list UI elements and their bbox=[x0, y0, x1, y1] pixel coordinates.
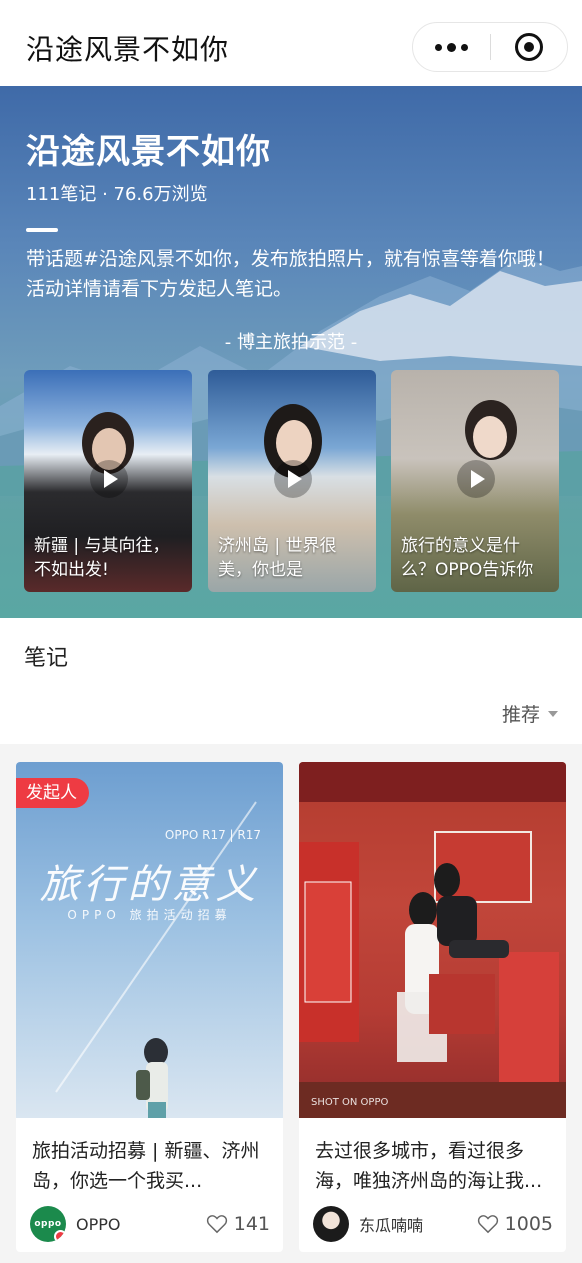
demo-video-card[interactable]: 济州岛 | 世界很美，你也是 bbox=[208, 370, 376, 592]
demo-video-card[interactable]: 新疆 | 与其向往，不如出发! bbox=[24, 370, 192, 592]
note-card[interactable]: 发起人 OPPO R17 | R17 旅行的意义 OPPO 旅拍活动招募 旅拍活… bbox=[16, 762, 283, 1252]
like-button[interactable]: 1005 bbox=[477, 1213, 553, 1235]
title-underline bbox=[26, 228, 58, 232]
mini-program-capsule bbox=[412, 22, 568, 72]
more-dots-icon-right bbox=[461, 43, 468, 51]
heart-icon bbox=[477, 1215, 498, 1234]
avatar-text: oppo bbox=[34, 1219, 62, 1229]
video-thumbnail-face bbox=[473, 416, 507, 458]
topic-title: 沿途风景不如你 bbox=[26, 132, 271, 172]
verified-icon bbox=[54, 1230, 66, 1242]
video-caption: 济州岛 | 世界很美，你也是 bbox=[218, 536, 337, 580]
demo-video-list: 新疆 | 与其向往，不如出发! 济州岛 | 世界很美，你也是 旅行的意义是什么？… bbox=[24, 370, 559, 594]
poster-contrail bbox=[55, 801, 257, 1118]
video-caption: 旅行的意义是什么？OPPO告诉你 bbox=[401, 536, 534, 580]
poster-title: 旅行的意义 bbox=[39, 862, 260, 908]
more-dots-icon-center bbox=[447, 42, 456, 52]
more-button[interactable] bbox=[413, 23, 490, 71]
poster-subtitle: OPPO 旅拍活动招募 bbox=[67, 908, 232, 922]
page-title: 沿途风景不如你 bbox=[26, 33, 230, 66]
note-title: 旅拍活动招募 | 新疆、济州岛，你选一个我买... bbox=[32, 1140, 260, 1192]
avatar[interactable]: oppo bbox=[30, 1206, 66, 1242]
topic-hero: 沿途风景不如你 111笔记 · 76.6万浏览 带话题#沿途风景不如你，发布旅拍… bbox=[0, 86, 582, 618]
topic-stats: 111笔记 · 76.6万浏览 bbox=[26, 184, 208, 205]
avatar[interactable] bbox=[313, 1206, 349, 1242]
play-icon bbox=[274, 460, 312, 498]
play-icon bbox=[90, 460, 128, 498]
like-count: 141 bbox=[233, 1213, 270, 1235]
caret-down-icon bbox=[548, 710, 558, 717]
like-button[interactable]: 141 bbox=[206, 1213, 270, 1235]
note-footer: 东瓜喃喃 1005 bbox=[313, 1204, 553, 1244]
like-count: 1005 bbox=[504, 1213, 553, 1235]
demo-section-label: - 博主旅拍示范 - bbox=[224, 332, 358, 353]
note-card[interactable]: SHOT ON OPPO 去过很多城市，看过很多海，唯独济州岛的海让我... 东… bbox=[299, 762, 566, 1252]
heart-icon bbox=[206, 1215, 227, 1234]
note-cover-image: 发起人 OPPO R17 | R17 旅行的意义 OPPO 旅拍活动招募 bbox=[16, 762, 283, 1118]
target-icon bbox=[515, 33, 543, 61]
notes-heading: 笔记 bbox=[24, 646, 69, 671]
author-name[interactable]: 东瓜喃喃 bbox=[359, 1212, 477, 1236]
notes-section: 笔记 推荐 发起人 OPPO R17 | R17 旅行的意义 OPPO 旅拍活动… bbox=[0, 618, 582, 1263]
note-footer: oppo OPPO 141 bbox=[30, 1204, 270, 1244]
topic-description: 带话题#沿途风景不如你，发布旅拍照片，就有惊喜等着你哦！活动详情请看下方发起人笔… bbox=[26, 248, 555, 300]
author-name[interactable]: OPPO bbox=[76, 1215, 206, 1234]
more-dots-icon bbox=[435, 43, 442, 51]
video-caption: 新疆 | 与其向往，不如出发! bbox=[34, 536, 170, 580]
shot-on-watermark: SHOT ON OPPO bbox=[311, 1097, 389, 1108]
nav-bar: 沿途风景不如你 bbox=[0, 10, 582, 86]
sort-dropdown[interactable]: 推荐 bbox=[502, 700, 558, 727]
demo-video-card[interactable]: 旅行的意义是什么？OPPO告诉你 bbox=[391, 370, 559, 592]
sort-label: 推荐 bbox=[501, 704, 540, 726]
poster-model-text: OPPO R17 | R17 bbox=[164, 828, 261, 842]
note-title: 去过很多城市，看过很多海，唯独济州岛的海让我... bbox=[315, 1140, 543, 1192]
status-bar bbox=[0, 0, 582, 10]
initiator-badge: 发起人 bbox=[16, 778, 89, 808]
play-icon bbox=[457, 460, 495, 498]
note-cover-image: SHOT ON OPPO bbox=[299, 762, 566, 1118]
cover-photo-scene bbox=[299, 762, 566, 1118]
close-button[interactable] bbox=[491, 23, 567, 71]
